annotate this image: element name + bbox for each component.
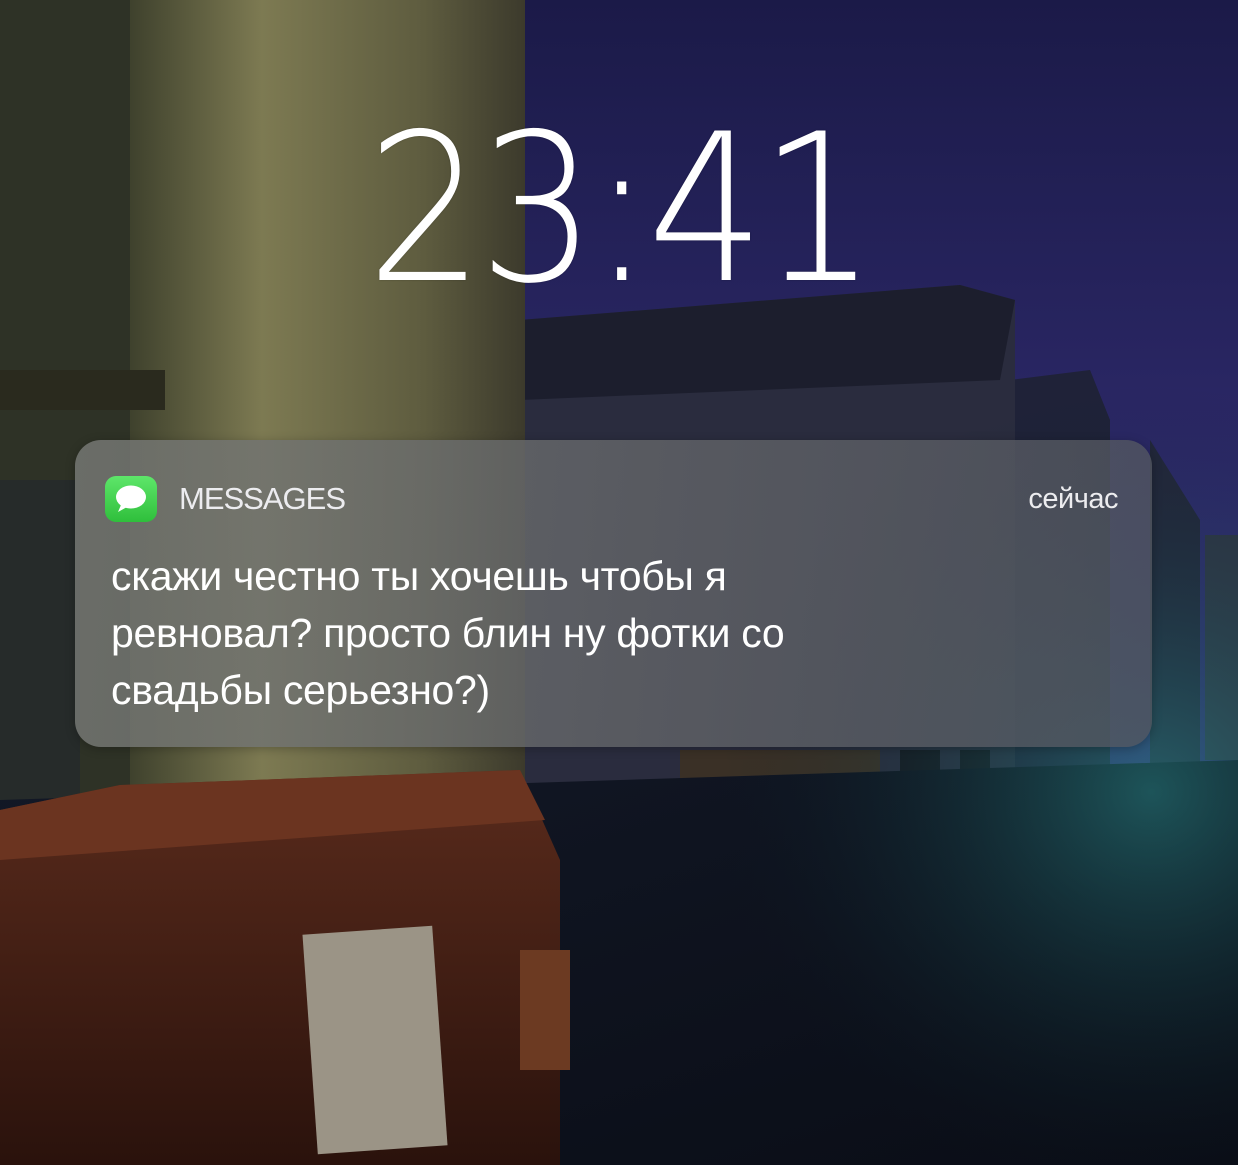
notification-app-name: MESSAGES <box>179 481 346 516</box>
notification-message: скажи честно ты хочешь чтобы я ревновал?… <box>111 548 1071 719</box>
message-line: скажи честно ты хочешь чтобы я <box>111 553 727 599</box>
messages-app-icon <box>105 476 157 522</box>
message-line: ревновал? просто блин ну фотки со <box>111 610 785 656</box>
speech-bubble-icon <box>116 485 146 512</box>
lock-screen: 23:41 MESSAGES сейчас скажи честно ты хо… <box>0 0 1238 1165</box>
notification-header: MESSAGES сейчас <box>105 476 1118 522</box>
notification-timestamp: сейчас <box>1028 482 1118 515</box>
message-line: свадьбы серьезно?) <box>111 667 490 713</box>
message-notification[interactable]: MESSAGES сейчас скажи честно ты хочешь ч… <box>75 440 1152 747</box>
lock-screen-clock: 23:41 <box>366 91 877 329</box>
